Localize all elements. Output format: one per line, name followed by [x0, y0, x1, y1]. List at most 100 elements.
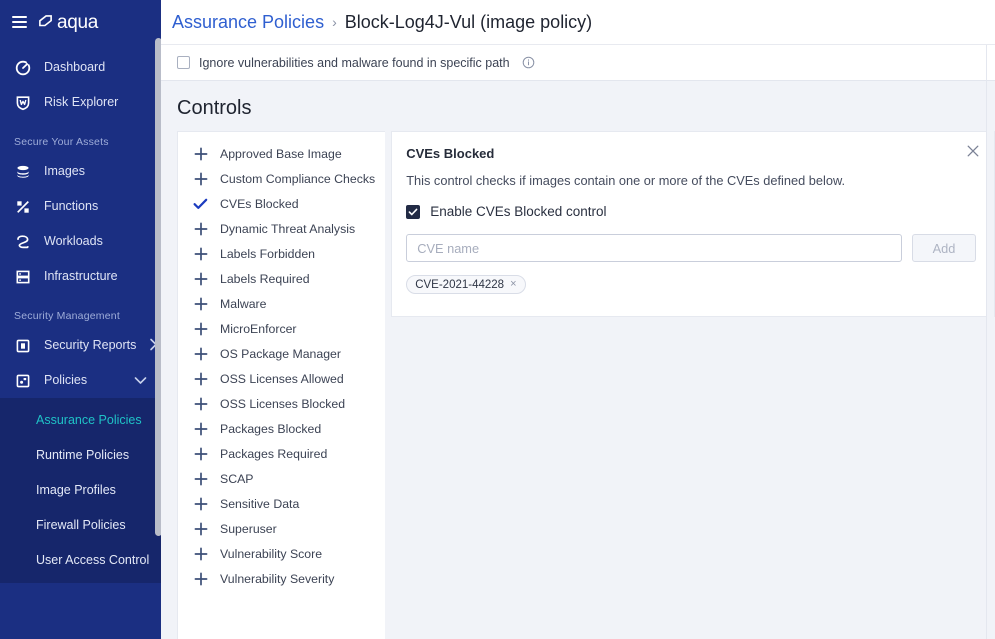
aqua-logo-text: aqua — [57, 11, 99, 33]
control-item-scap[interactable]: SCAP — [178, 466, 385, 491]
cve-add-row: Add — [406, 234, 976, 262]
main-content: Assurance Policies › Block-Log4J-Vul (im… — [161, 0, 995, 639]
sidebar-item-risk-explorer[interactable]: Risk Explorer — [0, 85, 161, 120]
sidebar-item-dashboard[interactable]: Dashboard — [0, 50, 161, 85]
detail-panel-title: CVEs Blocked — [406, 146, 495, 161]
plus-icon — [193, 147, 208, 161]
cve-tag-label: CVE-2021-44228 — [415, 278, 505, 291]
plus-icon — [193, 322, 208, 336]
control-item-approved-base-image[interactable]: Approved Base Image — [178, 141, 385, 166]
breadcrumb-separator: › — [332, 14, 337, 30]
plus-icon — [193, 347, 208, 361]
plus-icon — [193, 247, 208, 261]
cve-name-input[interactable] — [406, 234, 902, 262]
control-item-label: MicroEnforcer — [220, 321, 297, 336]
sidebar-section-security-management: Security Management — [14, 310, 120, 322]
app-root: aqua Dashboard Risk Explorer Secure Your… — [0, 0, 995, 639]
info-circle-icon[interactable] — [522, 56, 535, 69]
panels-row: Approved Base Image Custom Compliance Ch… — [161, 120, 995, 639]
control-item-label: Superuser — [220, 521, 277, 536]
sidebar-item-infrastructure[interactable]: Infrastructure — [0, 259, 161, 294]
control-item-labels-forbidden[interactable]: Labels Forbidden — [178, 241, 385, 266]
control-item-sensitive-data[interactable]: Sensitive Data — [178, 491, 385, 516]
plus-icon — [193, 472, 208, 486]
controls-list: Approved Base Image Custom Compliance Ch… — [177, 131, 386, 639]
hamburger-icon[interactable] — [12, 16, 27, 28]
enable-control-checkbox[interactable] — [406, 204, 421, 219]
sidebar-item-security-reports[interactable]: Security Reports — [0, 328, 161, 363]
plus-icon — [193, 297, 208, 311]
sidebar-item-label: Functions — [44, 199, 99, 214]
sidebar-item-label: Infrastructure — [44, 269, 118, 284]
control-item-label: CVEs Blocked — [220, 196, 299, 211]
breadcrumb-current: Block-Log4J-Vul (image policy) — [344, 11, 593, 32]
control-item-label: Vulnerability Score — [220, 546, 323, 561]
ignore-path-label: Ignore vulnerabilities and malware found… — [199, 55, 510, 70]
sidebar-item-label: Images — [44, 164, 85, 179]
main-scrollbar[interactable] — [987, 81, 994, 639]
control-item-vulnerability-severity[interactable]: Vulnerability Severity — [178, 566, 385, 591]
control-item-packages-required[interactable]: Packages Required — [178, 441, 385, 466]
control-item-label: Dynamic Threat Analysis — [220, 221, 356, 236]
control-item-superuser[interactable]: Superuser — [178, 516, 385, 541]
sidebar-subitem-firewall-policies[interactable]: Firewall Policies — [0, 507, 161, 542]
function-percent-icon — [14, 198, 31, 215]
ignore-path-row: Ignore vulnerabilities and malware found… — [161, 45, 995, 81]
control-item-malware[interactable]: Malware — [178, 291, 385, 316]
plus-icon — [193, 447, 208, 461]
control-item-packages-blocked[interactable]: Packages Blocked — [178, 416, 385, 441]
sidebar: aqua Dashboard Risk Explorer Secure Your… — [0, 0, 161, 639]
close-icon[interactable] — [966, 144, 980, 158]
control-item-label: SCAP — [220, 471, 254, 486]
control-item-custom-compliance-checks[interactable]: Custom Compliance Checks — [178, 166, 385, 191]
close-small-icon[interactable]: × — [510, 279, 516, 290]
control-item-oss-licenses-allowed[interactable]: OSS Licenses Allowed — [178, 366, 385, 391]
shield-risk-icon — [14, 94, 31, 111]
control-item-label: Packages Blocked — [220, 421, 322, 436]
control-item-labels-required[interactable]: Labels Required — [178, 266, 385, 291]
control-item-dynamic-threat-analysis[interactable]: Dynamic Threat Analysis — [178, 216, 385, 241]
infrastructure-server-icon — [14, 268, 31, 285]
control-item-label: Vulnerability Severity — [220, 571, 335, 586]
breadcrumb-parent-link[interactable]: Assurance Policies — [172, 12, 324, 33]
sidebar-subitem-assurance-policies[interactable]: Assurance Policies — [0, 402, 161, 437]
add-cve-button[interactable]: Add — [912, 234, 976, 262]
sidebar-item-label: Dashboard — [44, 60, 106, 75]
image-stack-icon — [14, 163, 31, 180]
sidebar-item-functions[interactable]: Functions — [0, 189, 161, 224]
report-icon — [14, 337, 31, 354]
plus-icon — [193, 497, 208, 511]
control-item-label: Sensitive Data — [220, 496, 300, 511]
enable-control-label: Enable CVEs Blocked control — [430, 204, 607, 219]
sidebar-item-label: Security Reports — [44, 338, 137, 353]
sidebar-item-policies[interactable]: Policies — [0, 363, 161, 398]
plus-icon — [193, 522, 208, 536]
breadcrumb: Assurance Policies › Block-Log4J-Vul (im… — [161, 0, 995, 45]
control-item-oss-licenses-blocked[interactable]: OSS Licenses Blocked — [178, 391, 385, 416]
cve-tag: CVE-2021-44228 × — [406, 275, 526, 294]
control-item-label: OS Package Manager — [220, 346, 341, 361]
sidebar-subitem-user-access-control[interactable]: User Access Control — [0, 542, 161, 577]
aqua-logo[interactable]: aqua — [38, 13, 98, 32]
control-item-label: Packages Required — [220, 446, 328, 461]
control-item-label: Custom Compliance Checks — [220, 171, 376, 186]
policies-icon — [14, 372, 31, 389]
sidebar-subitem-runtime-policies[interactable]: Runtime Policies — [0, 437, 161, 472]
sidebar-item-label: Workloads — [44, 234, 103, 249]
control-item-label: Approved Base Image — [220, 146, 342, 161]
sidebar-item-workloads[interactable]: Workloads — [0, 224, 161, 259]
plus-icon — [193, 572, 208, 586]
control-item-label: Labels Required — [220, 271, 310, 286]
sidebar-subitem-image-profiles[interactable]: Image Profiles — [0, 472, 161, 507]
control-item-cves-blocked[interactable]: CVEs Blocked — [178, 191, 385, 216]
plus-icon — [193, 372, 208, 386]
ignore-path-checkbox[interactable] — [177, 56, 190, 69]
enable-control-row: Enable CVEs Blocked control — [406, 204, 976, 219]
cves-blocked-detail-panel: CVEs Blocked This control checks if imag… — [391, 131, 995, 317]
control-item-vulnerability-score[interactable]: Vulnerability Score — [178, 541, 385, 566]
plus-icon — [193, 222, 208, 236]
control-item-microenforcer[interactable]: MicroEnforcer — [178, 316, 385, 341]
sidebar-item-images[interactable]: Images — [0, 154, 161, 189]
page-title: Controls — [177, 97, 252, 119]
control-item-os-package-manager[interactable]: OS Package Manager — [178, 341, 385, 366]
